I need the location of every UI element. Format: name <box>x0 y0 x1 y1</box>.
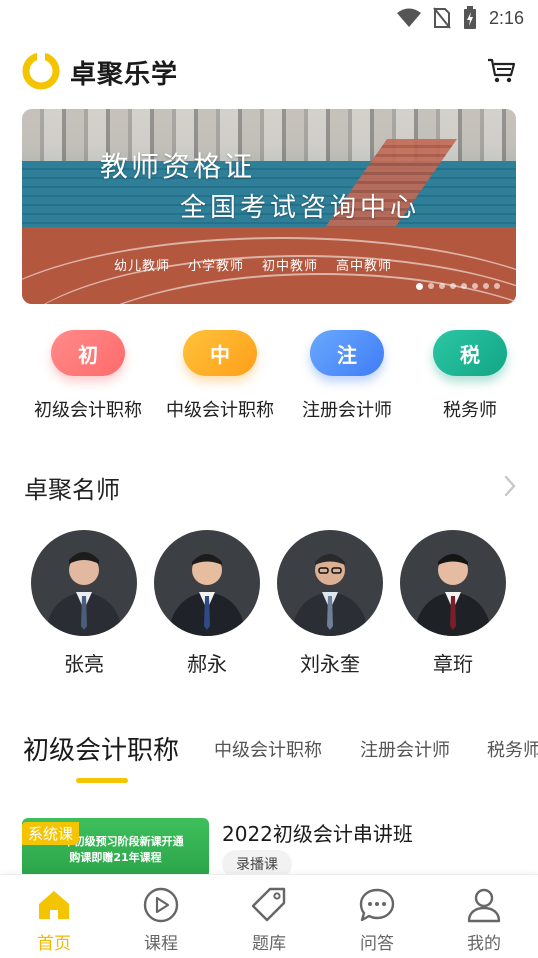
teacher-avatar <box>154 530 260 636</box>
teacher-card[interactable]: 刘永奎 <box>277 530 383 677</box>
teacher-card[interactable]: 张亮 <box>31 530 137 677</box>
category-shuiwu[interactable]: 税 税务师 <box>405 330 535 422</box>
nav-label: 问答 <box>360 934 394 954</box>
nav-home[interactable]: 首页 <box>14 885 94 954</box>
category-label: 中级会计职称 <box>166 400 274 421</box>
category-icon: 税 <box>433 330 507 376</box>
chat-icon <box>359 888 395 922</box>
pagination-dot <box>472 283 478 289</box>
pagination-dot <box>439 283 445 289</box>
category-icon: 初 <box>51 330 125 376</box>
nav-profile[interactable]: 我的 <box>444 885 524 954</box>
teacher-name: 刘永奎 <box>300 652 360 676</box>
pagination-dot <box>461 283 467 289</box>
active-tab-indicator <box>76 778 128 783</box>
status-icons: 2:16 <box>396 6 524 30</box>
no-sim-icon <box>433 7 451 29</box>
banner-subtitle: 全国考试咨询中心 <box>180 193 421 223</box>
course-thumbnail: 22年初级预习阶段新课开通 购课即赠21年课程 系统课 <box>22 818 209 878</box>
course-tabs: 初级会计职称 中级会计职称 注册会计师 税务师 <box>0 730 538 790</box>
pagination-dot <box>428 283 434 289</box>
course-card[interactable]: 22年初级预习阶段新课开通 购课即赠21年课程 系统课 2022初级会计串讲班 … <box>22 818 516 878</box>
teacher-name: 张亮 <box>64 652 104 676</box>
bottom-nav: 首页 课程 题库 问答 我的 <box>0 874 538 958</box>
nav-label: 我的 <box>467 934 501 954</box>
category-icon: 注 <box>310 330 384 376</box>
teacher-avatar <box>400 530 506 636</box>
nav-label: 题库 <box>252 934 286 954</box>
status-time: 2:16 <box>488 7 524 28</box>
logo-icon <box>22 52 60 90</box>
category-label: 税务师 <box>443 400 497 421</box>
category-grid: 初 初级会计职称 中 中级会计职称 注 注册会计师 税 税务师 <box>0 330 538 430</box>
course-title: 2022初级会计串讲班 <box>222 822 413 846</box>
nav-label: 课程 <box>144 934 178 954</box>
category-label: 注册会计师 <box>302 400 392 421</box>
banner-tags: 幼儿教师 小学教师 初中教师 高中教师 <box>114 255 392 274</box>
pagination-dot <box>483 283 489 289</box>
banner-title: 教师资格证 <box>100 150 256 183</box>
chevron-right-icon[interactable] <box>502 474 518 498</box>
wifi-icon <box>396 8 421 27</box>
tag-icon <box>251 887 286 922</box>
course-thumb-line: 购课即赠21年课程 <box>69 851 162 864</box>
teacher-card[interactable]: 郝永 <box>154 530 260 677</box>
play-icon <box>143 887 179 923</box>
nav-label: 首页 <box>37 934 71 954</box>
course-badge: 系统课 <box>22 822 80 845</box>
banner-tag: 幼儿教师 <box>114 259 171 274</box>
app-title: 卓聚乐学 <box>70 60 179 90</box>
nav-question-bank[interactable]: 题库 <box>229 885 309 954</box>
teacher-name: 章珩 <box>433 652 473 676</box>
user-icon <box>467 888 501 923</box>
pagination-dot <box>450 283 456 289</box>
category-icon: 中 <box>183 330 257 376</box>
pagination-dot <box>416 283 423 290</box>
teachers-list: 张亮 郝永 刘永奎 章珩 <box>0 530 538 680</box>
banner-tag: 初中教师 <box>262 259 319 274</box>
battery-charging-icon <box>463 6 476 29</box>
teacher-avatar <box>277 530 383 636</box>
banner-tag: 高中教师 <box>336 259 393 274</box>
teachers-section-title: 卓聚名师 <box>24 476 120 504</box>
nav-courses[interactable]: 课程 <box>121 885 201 954</box>
nav-qa[interactable]: 问答 <box>337 885 417 954</box>
category-zhuce[interactable]: 注 注册会计师 <box>282 330 412 422</box>
teacher-card[interactable]: 章珩 <box>400 530 506 677</box>
tab-zhongji[interactable]: 中级会计职称 <box>214 736 322 762</box>
tab-chuji[interactable]: 初级会计职称 <box>23 730 179 767</box>
home-icon <box>39 891 69 919</box>
category-zhongji[interactable]: 中 中级会计职称 <box>155 330 285 422</box>
category-chuji[interactable]: 初 初级会计职称 <box>23 330 153 422</box>
tab-zhuce[interactable]: 注册会计师 <box>360 736 450 762</box>
cart-icon[interactable] <box>486 56 516 84</box>
tab-shuiwu[interactable]: 税务师 <box>487 736 538 762</box>
teacher-name: 郝永 <box>187 652 227 676</box>
teacher-avatar <box>31 530 137 636</box>
status-bar: 2:16 <box>0 0 538 36</box>
category-label: 初级会计职称 <box>34 400 142 421</box>
banner-pagination <box>416 283 500 290</box>
promo-banner[interactable]: 教师资格证 全国考试咨询中心 幼儿教师 小学教师 初中教师 高中教师 <box>22 109 516 304</box>
pagination-dot <box>494 283 500 289</box>
banner-tag: 小学教师 <box>188 259 245 274</box>
app-header: 卓聚乐学 <box>0 44 538 96</box>
